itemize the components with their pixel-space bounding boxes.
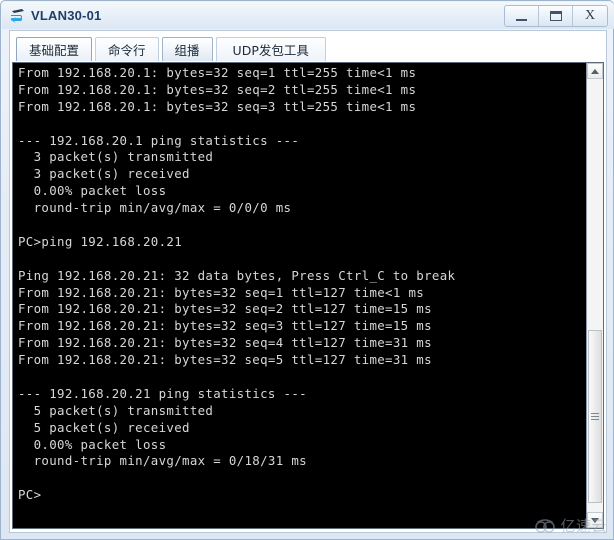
terminal-line: PC>ping 192.168.20.21 — [18, 233, 183, 249]
terminal-line: 3 packet(s) transmitted — [18, 149, 214, 165]
maximize-button[interactable] — [539, 6, 573, 26]
tab-command-line[interactable]: 命令行 — [95, 37, 159, 61]
scrollbar-grip-icon — [591, 413, 599, 421]
title-bar: VLAN30-01 X — [2, 2, 614, 29]
tab-command-line-label: 命令行 — [108, 43, 146, 58]
maximize-icon — [549, 11, 562, 21]
tab-bar: 基础配置 命令行 组播 UDP发包工具 — [10, 35, 606, 61]
terminal-line: 0.00% packet loss — [18, 436, 167, 452]
content-panel: 基础配置 命令行 组播 UDP发包工具 From 192.168.20.1: b… — [9, 30, 607, 533]
scroll-down-button[interactable] — [587, 512, 603, 528]
pc-terminal-window: VLAN30-01 X 基础配置 命令行 组播 UDP发包工具 From 192… — [0, 0, 614, 540]
terminal-area: From 192.168.20.1: bytes=32 seq=1 ttl=25… — [12, 62, 604, 529]
scroll-down-arrow-icon — [591, 517, 599, 523]
tab-basic-config-label: 基础配置 — [29, 43, 80, 58]
minimize-icon — [516, 18, 527, 21]
terminal-line: 3 packet(s) received — [18, 166, 190, 182]
terminal-line: From 192.168.20.21: bytes=32 seq=3 ttl=1… — [18, 318, 432, 334]
minimize-button[interactable] — [505, 6, 539, 26]
tab-udp-packet-tool[interactable]: UDP发包工具 — [215, 37, 326, 61]
scroll-up-button[interactable] — [587, 63, 603, 79]
device-icon — [11, 8, 24, 23]
terminal-line: From 192.168.20.21: bytes=32 seq=5 ttl=1… — [18, 352, 432, 368]
terminal-line: --- 192.168.20.21 ping statistics --- — [18, 385, 307, 401]
terminal-line: From 192.168.20.1: bytes=32 seq=2 ttl=25… — [18, 81, 417, 97]
scrollbar-thumb[interactable] — [588, 330, 602, 504]
terminal-line: From 192.168.20.21: bytes=32 seq=1 ttl=1… — [18, 284, 425, 300]
terminal-line: 5 packet(s) transmitted — [18, 402, 214, 418]
terminal-output[interactable]: From 192.168.20.1: bytes=32 seq=1 ttl=25… — [13, 63, 586, 528]
terminal-line: round-trip min/avg/max = 0/18/31 ms — [18, 453, 307, 469]
terminal-line: --- 192.168.20.1 ping statistics --- — [18, 132, 300, 148]
tab-multicast-label: 组播 — [174, 43, 200, 58]
terminal-line: From 192.168.20.1: bytes=32 seq=1 ttl=25… — [18, 65, 417, 80]
terminal-line: From 192.168.20.1: bytes=32 seq=3 ttl=25… — [18, 98, 417, 114]
terminal-scrollbar[interactable] — [586, 63, 603, 528]
tab-multicast[interactable]: 组播 — [161, 37, 213, 61]
terminal-line: From 192.168.20.21: bytes=32 seq=4 ttl=1… — [18, 335, 432, 351]
scrollbar-track[interactable] — [587, 79, 603, 512]
window-controls: X — [504, 5, 608, 27]
terminal-line: round-trip min/avg/max = 0/0/0 ms — [18, 200, 292, 216]
terminal-line: 5 packet(s) received — [18, 419, 190, 435]
scroll-up-arrow-icon — [591, 68, 599, 74]
terminal-line: 0.00% packet loss — [18, 183, 167, 199]
close-button[interactable]: X — [573, 6, 607, 26]
close-icon: X — [584, 8, 596, 23]
window-title: VLAN30-01 — [31, 8, 102, 23]
tab-basic-config[interactable]: 基础配置 — [16, 37, 93, 61]
terminal-line: PC> — [18, 487, 42, 503]
terminal-line: Ping 192.168.20.21: 32 data bytes, Press… — [18, 267, 456, 283]
tab-udp-packet-tool-label: UDP发包工具 — [232, 43, 309, 58]
terminal-line: From 192.168.20.21: bytes=32 seq=2 ttl=1… — [18, 301, 432, 317]
